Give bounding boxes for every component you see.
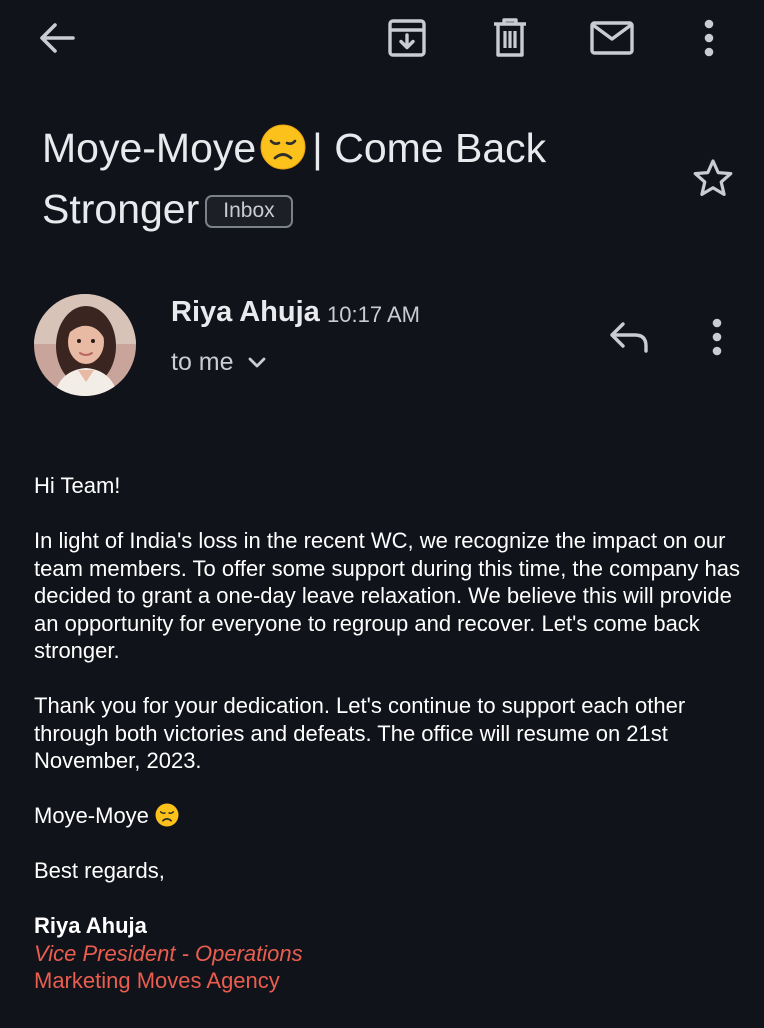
inbox-label-badge[interactable]: Inbox (205, 195, 293, 228)
email-subject: Moye-Moye | Come Back Stronger Inbox (42, 118, 642, 240)
archive-button[interactable] (380, 12, 434, 64)
disappointed-face-emoji-icon (260, 124, 306, 170)
more-vert-icon (712, 318, 722, 356)
trash-icon (494, 18, 526, 57)
chevron-down-icon (248, 357, 265, 367)
star-button[interactable] (688, 152, 738, 204)
recipient-details-toggle[interactable]: to me (171, 348, 266, 377)
signature-name: Riya Ahuja (34, 913, 147, 938)
envelope-icon (590, 21, 634, 55)
greeting: Hi Team! (34, 473, 121, 498)
closing: Best regards, (34, 858, 165, 883)
message-more-options-button[interactable] (698, 314, 736, 360)
sign-phrase: Moye-Moye (34, 803, 149, 828)
body-paragraph-1: In light of India's loss in the recent W… (34, 528, 740, 663)
recipient-text: to me (171, 348, 234, 376)
mark-unread-button[interactable] (584, 12, 640, 64)
star-outline-icon (693, 159, 733, 196)
signature-title: Vice President - Operations (34, 940, 303, 966)
more-options-button[interactable] (690, 12, 728, 64)
back-button[interactable] (30, 14, 84, 62)
sender-name[interactable]: Riya Ahuja (171, 296, 320, 329)
sent-time: 10:17 AM (327, 302, 420, 327)
sender-avatar[interactable] (34, 294, 136, 396)
signature-company: Marketing Moves Agency (34, 968, 280, 993)
subject-text-part1: Moye-Moye (42, 125, 257, 171)
reply-icon (610, 322, 648, 353)
email-body: Hi Team! In light of India's loss in the… (34, 472, 746, 995)
more-vert-icon (704, 19, 714, 57)
arrow-left-icon (40, 23, 75, 53)
sign-phrase-line: Moye-Moye (34, 802, 746, 830)
reply-button[interactable] (604, 314, 654, 360)
archive-icon (388, 19, 426, 57)
body-paragraph-2: Thank you for your dedication. Let's con… (34, 693, 686, 773)
delete-button[interactable] (484, 12, 536, 64)
disappointed-face-emoji-icon (155, 803, 179, 827)
